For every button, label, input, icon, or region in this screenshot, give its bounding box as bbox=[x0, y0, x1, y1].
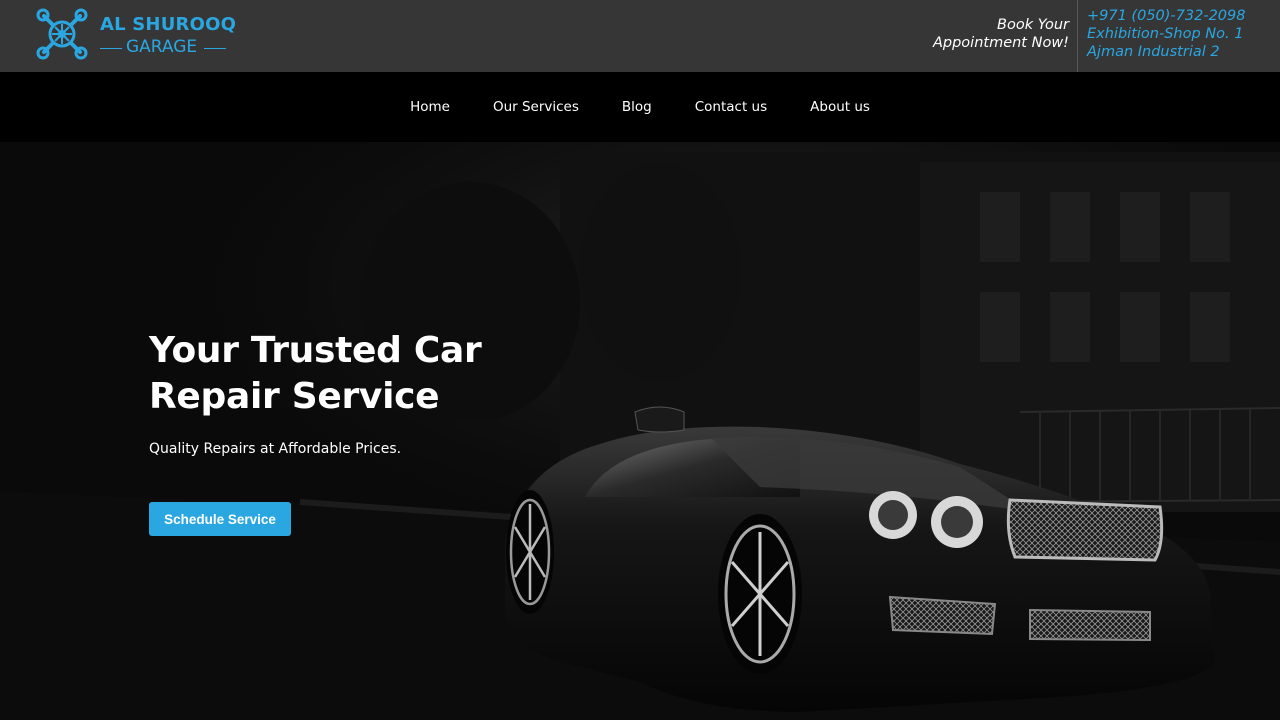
nav-blog[interactable]: Blog bbox=[600, 99, 673, 115]
hero-title: Your Trusted Car Repair Service bbox=[149, 328, 569, 420]
hero-title-line-2: Repair Service bbox=[149, 376, 440, 417]
nav-contact-us[interactable]: Contact us bbox=[673, 99, 788, 115]
header-divider bbox=[1077, 0, 1078, 72]
brand-name: AL SHUROOQ bbox=[100, 14, 237, 35]
hero-title-line-1: Your Trusted Car bbox=[149, 330, 482, 371]
site-logo[interactable]: AL SHUROOQ GARAGE bbox=[36, 8, 236, 64]
brand-subtitle: GARAGE bbox=[100, 37, 226, 59]
book-line-1: Book Your bbox=[997, 17, 1069, 33]
contact-info: +971 (050)-732-2098 Exhibition-Shop No. … bbox=[1087, 7, 1245, 61]
wrench-wheel-icon bbox=[36, 8, 88, 60]
logo-rule-right bbox=[204, 48, 226, 49]
nav-home[interactable]: Home bbox=[389, 99, 472, 115]
hero-section: Home Our Services Blog Contact us About … bbox=[0, 72, 1280, 720]
address-line-2: Ajman Industrial 2 bbox=[1087, 44, 1220, 60]
nav-about-us[interactable]: About us bbox=[789, 99, 892, 115]
schedule-service-button[interactable]: Schedule Service bbox=[149, 502, 291, 536]
phone-link[interactable]: +971 (050)-732-2098 bbox=[1087, 7, 1245, 25]
logo-rule-left bbox=[100, 48, 122, 49]
book-appointment-text: Book Your Appointment Now! bbox=[909, 16, 1069, 52]
address-line-1: Exhibition-Shop No. 1 bbox=[1087, 26, 1244, 42]
book-line-2: Appointment Now! bbox=[932, 35, 1069, 51]
nav-our-services[interactable]: Our Services bbox=[471, 99, 600, 115]
top-bar: AL SHUROOQ GARAGE Book Your Appointment … bbox=[0, 0, 1280, 72]
brand-subtitle-text: GARAGE bbox=[126, 37, 198, 57]
main-nav: Home Our Services Blog Contact us About … bbox=[0, 72, 1280, 142]
hero-subtitle: Quality Repairs at Affordable Prices. bbox=[149, 441, 402, 457]
